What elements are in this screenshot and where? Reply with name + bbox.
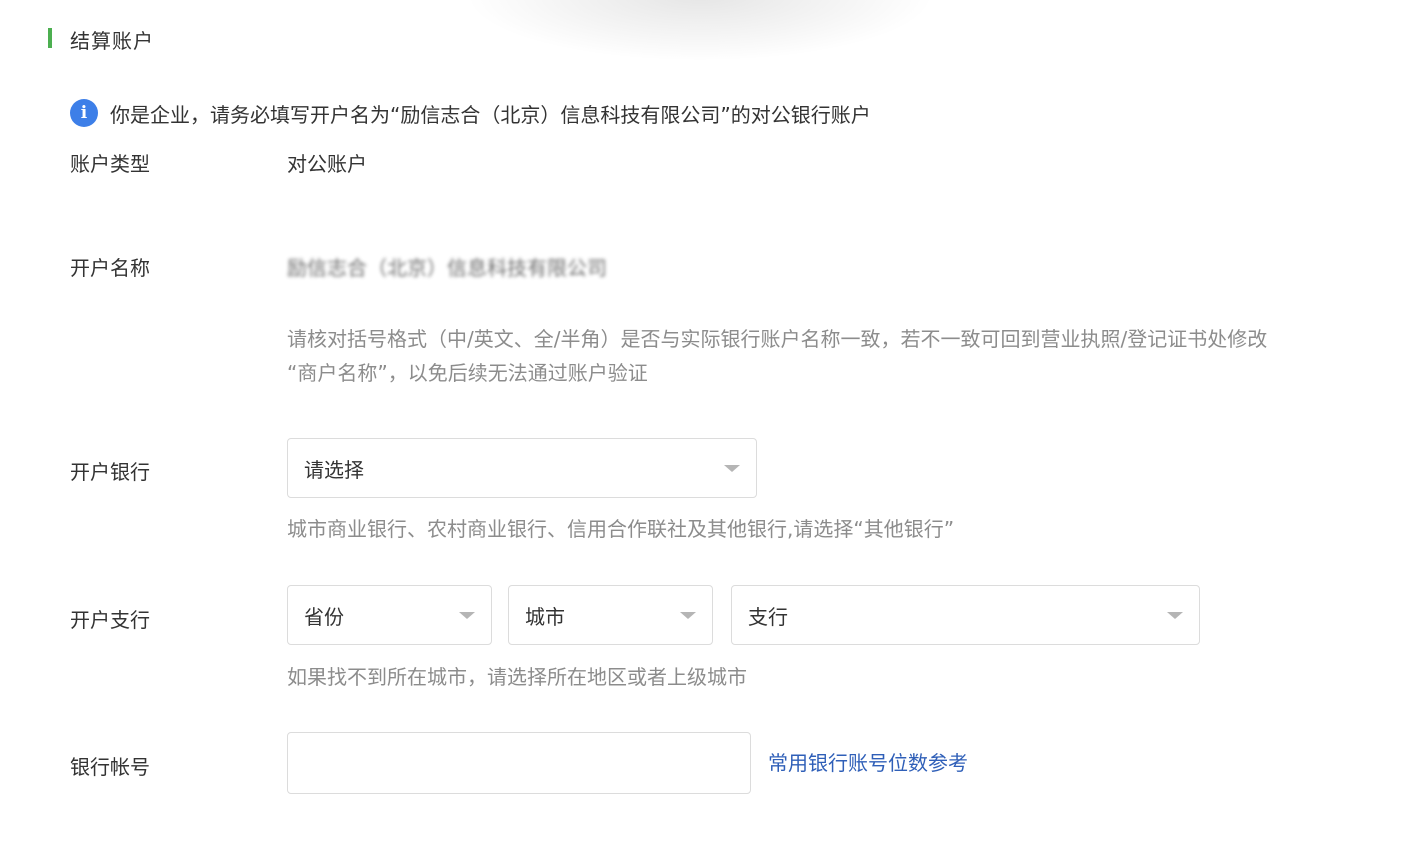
branch-hint: 如果找不到所在城市，请选择所在地区或者上级城市 [287, 665, 747, 689]
chevron-down-icon [459, 612, 475, 619]
bank-select[interactable]: 请选择 [287, 438, 757, 498]
chevron-down-icon [680, 612, 696, 619]
city-select[interactable]: 城市 [508, 585, 713, 645]
account-name-value: 励信志合（北京）信息科技有限公司 [287, 256, 607, 280]
bank-select-value: 请选择 [304, 457, 364, 482]
chevron-down-icon [724, 465, 740, 472]
account-type-value: 对公账户 [287, 152, 367, 176]
account-number-label: 银行帐号 [70, 755, 150, 779]
account-name-hint-line2: “商户名称”，以免后续无法通过账户验证 [287, 361, 648, 385]
account-name-hint-line1: 请核对括号格式（中/英文、全/半角）是否与实际银行账户名称一致，若不一致可回到营… [287, 327, 1268, 351]
account-type-label: 账户类型 [70, 152, 150, 176]
branch-label: 开户支行 [70, 608, 150, 632]
notice-text: 你是企业，请务必填写开户名为“励信志合（北京）信息科技有限公司”的对公银行账户 [110, 102, 871, 127]
province-select-value: 省份 [304, 604, 344, 629]
info-notice: i 你是企业，请务必填写开户名为“励信志合（北京）信息科技有限公司”的对公银行账… [70, 98, 871, 128]
account-number-input[interactable] [287, 732, 751, 794]
info-icon: i [70, 99, 98, 127]
bank-hint: 城市商业银行、农村商业银行、信用合作联社及其他银行,请选择“其他银行” [287, 517, 955, 541]
section-accent-bar [48, 28, 52, 48]
chevron-down-icon [1167, 612, 1183, 619]
city-select-value: 城市 [525, 604, 565, 629]
background-blur [470, 0, 930, 60]
bank-label: 开户银行 [70, 460, 150, 484]
province-select[interactable]: 省份 [287, 585, 492, 645]
section-title: 结算账户 [70, 29, 154, 53]
branch-select-value: 支行 [748, 604, 788, 629]
account-name-label: 开户名称 [70, 256, 150, 280]
account-length-reference-link[interactable]: 常用银行账号位数参考 [768, 747, 968, 776]
branch-select[interactable]: 支行 [731, 585, 1200, 645]
